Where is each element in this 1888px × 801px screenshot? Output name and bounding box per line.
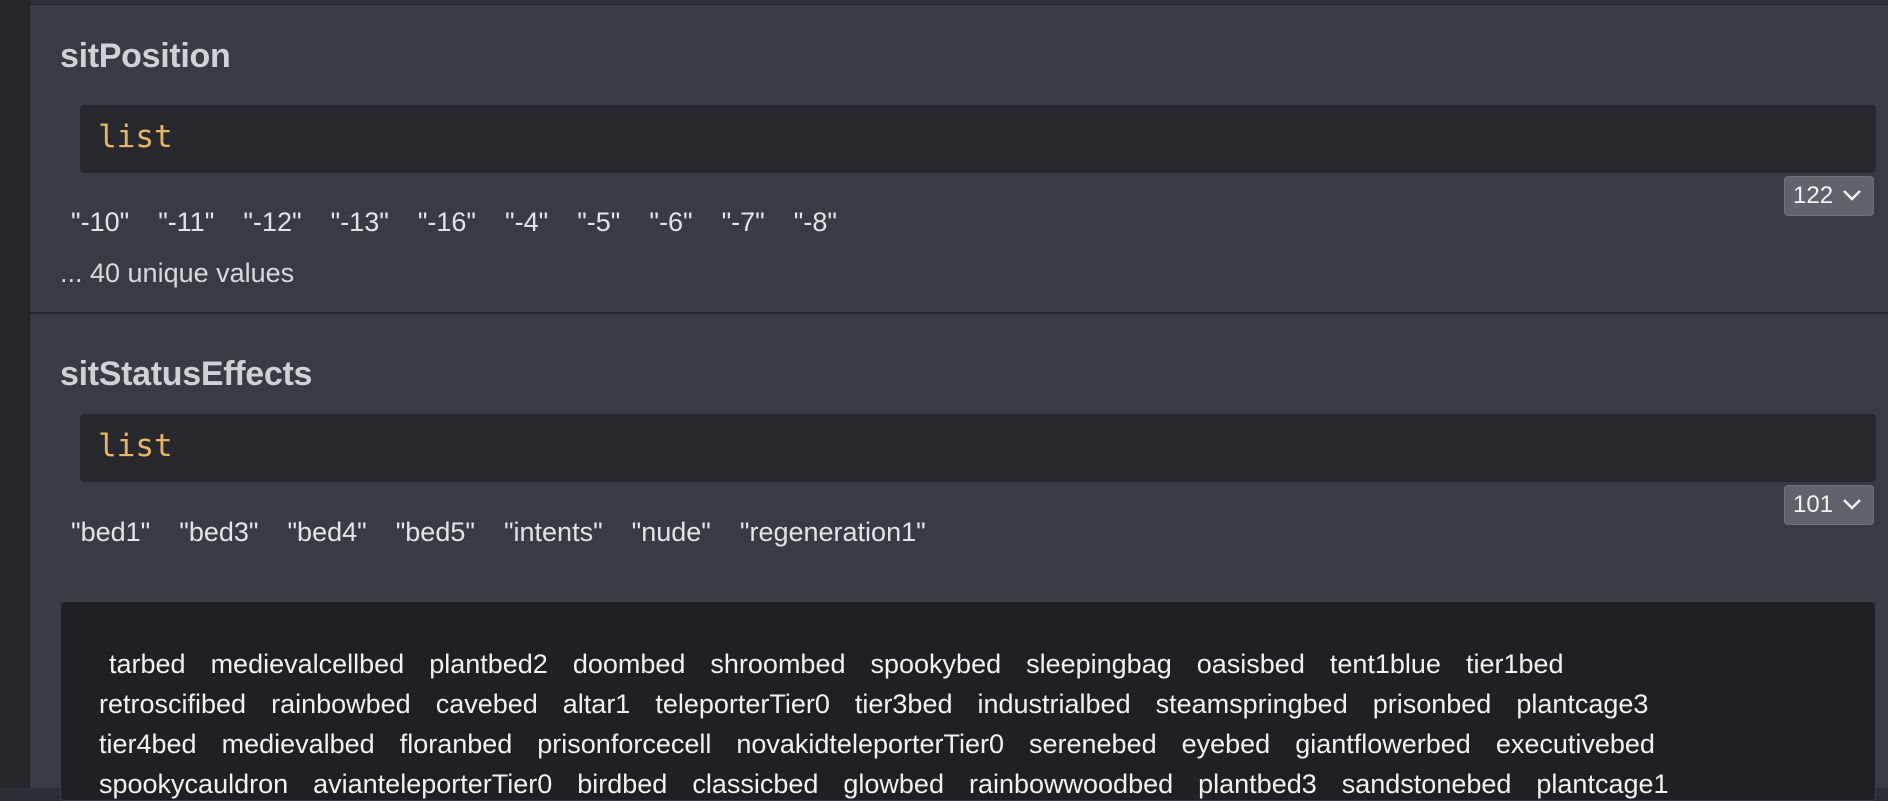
sample-item: rainbowwoodbed: [968, 769, 1174, 799]
count-dropdown-button[interactable]: 101: [1784, 485, 1874, 525]
sample-item: avianteleporterTier0: [313, 769, 553, 799]
field-section-sitposition: sitPosition list 122 "-10" "-11" "-12" "…: [30, 5, 1888, 314]
chevron-down-icon: [1843, 499, 1861, 510]
chevron-down-icon: [1843, 190, 1861, 201]
value-item: "-12": [243, 207, 302, 237]
sample-line: tarbed medievalcellbed plantbed2 doombed shr…: [99, 644, 1845, 684]
sample-item: spookycauldron: [99, 769, 289, 799]
sample-item: doombed: [572, 649, 686, 679]
sample-item: plantbed2: [429, 649, 548, 679]
value-item: "-11": [158, 207, 215, 237]
sample-item: industrialbed: [977, 689, 1131, 719]
value-item: "-7": [721, 207, 765, 237]
count-value: 122: [1793, 182, 1834, 209]
count-value: 101: [1793, 491, 1834, 518]
sample-item: altar1: [562, 689, 631, 719]
sample-item: prisonbed: [1372, 689, 1492, 719]
sample-item: medievalcellbed: [210, 649, 405, 679]
count-dropdown-button[interactable]: 122: [1784, 176, 1874, 216]
field-name: sitStatusEffects: [60, 355, 313, 393]
sample-item: rainbowbed: [271, 689, 411, 719]
value-item: "-16": [417, 207, 477, 237]
sample-item: glowbed: [843, 769, 944, 799]
sample-item: floranbed: [399, 729, 513, 759]
unique-values-note: ... 40 unique values: [60, 258, 295, 288]
value-item: "-6": [649, 207, 693, 237]
sample-item: shroombed: [710, 649, 846, 679]
value-item: "-5": [577, 207, 621, 237]
sample-item: tent1blue: [1329, 649, 1441, 679]
sample-item: executivebed: [1495, 729, 1655, 759]
sample-item: birdbed: [577, 769, 668, 799]
sample-item: serenebed: [1029, 729, 1157, 759]
schema-panel: sitPosition list 122 "-10" "-11" "-12" "…: [30, 0, 1888, 801]
left-gutter: [0, 0, 30, 788]
value-list: "-10" "-11" "-12" "-13" "-16" "-4" "-5" …: [71, 207, 866, 238]
value-item: "bed4": [287, 517, 367, 547]
sample-item: tier1bed: [1465, 649, 1564, 679]
sample-line: spookycauldron avianteleporterTier0 birdbe…: [99, 764, 1845, 800]
value-item: "intents": [503, 517, 603, 547]
value-item: "-10": [71, 207, 130, 237]
sample-item: eyebed: [1181, 729, 1271, 759]
value-item: "-8": [793, 207, 837, 237]
value-item: "regeneration1": [739, 517, 926, 547]
value-item: "bed5": [395, 517, 475, 547]
type-label: list: [98, 428, 173, 464]
value-item: "nude": [631, 517, 711, 547]
sample-item: prisonforcecell: [537, 729, 712, 759]
type-box: list: [80, 105, 1876, 173]
sample-item: plantcage1: [1536, 769, 1669, 799]
sample-item: giantflowerbed: [1295, 729, 1471, 759]
sample-line: retroscifibed rainbowbed cavebed altar1 tele…: [99, 684, 1845, 724]
value-item: "-4": [505, 207, 549, 237]
sample-item: plantbed3: [1198, 769, 1317, 799]
value-item: "bed1": [71, 517, 151, 547]
sample-item: sleepingbag: [1026, 649, 1172, 679]
sample-item: novakidteleporterTier0: [736, 729, 1004, 759]
sample-item: tier3bed: [854, 689, 953, 719]
sample-item: steamspringbed: [1155, 689, 1348, 719]
sample-item: sandstonebed: [1341, 769, 1512, 799]
field-name: sitPosition: [60, 37, 231, 75]
sample-values-box: tarbed medievalcellbed plantbed2 doombed shr…: [60, 601, 1876, 801]
sample-item: teleporterTier0: [655, 689, 830, 719]
type-label: list: [98, 119, 173, 155]
sample-line: tier4bed medievalbed floranbed prisonforcec…: [99, 724, 1845, 764]
sample-item: cavebed: [435, 689, 538, 719]
value-item: "-13": [330, 207, 389, 237]
sample-item: oasisbed: [1196, 649, 1305, 679]
value-item: "bed3": [179, 517, 259, 547]
sample-item: medievalbed: [221, 729, 375, 759]
sample-item: tarbed: [109, 649, 186, 679]
sample-item: retroscifibed: [99, 689, 247, 719]
sample-item: tier4bed: [99, 729, 197, 759]
sample-item: classicbed: [692, 769, 819, 799]
sample-item: plantcage3: [1516, 689, 1649, 719]
type-box: list: [80, 414, 1876, 482]
value-list: "bed1" "bed3" "bed4" "bed5" "intents" "n…: [71, 517, 955, 548]
sample-item: spookybed: [870, 649, 1002, 679]
field-section-sitstatuseffects: sitStatusEffects list 101 "bed1" "bed3" …: [30, 314, 1888, 801]
